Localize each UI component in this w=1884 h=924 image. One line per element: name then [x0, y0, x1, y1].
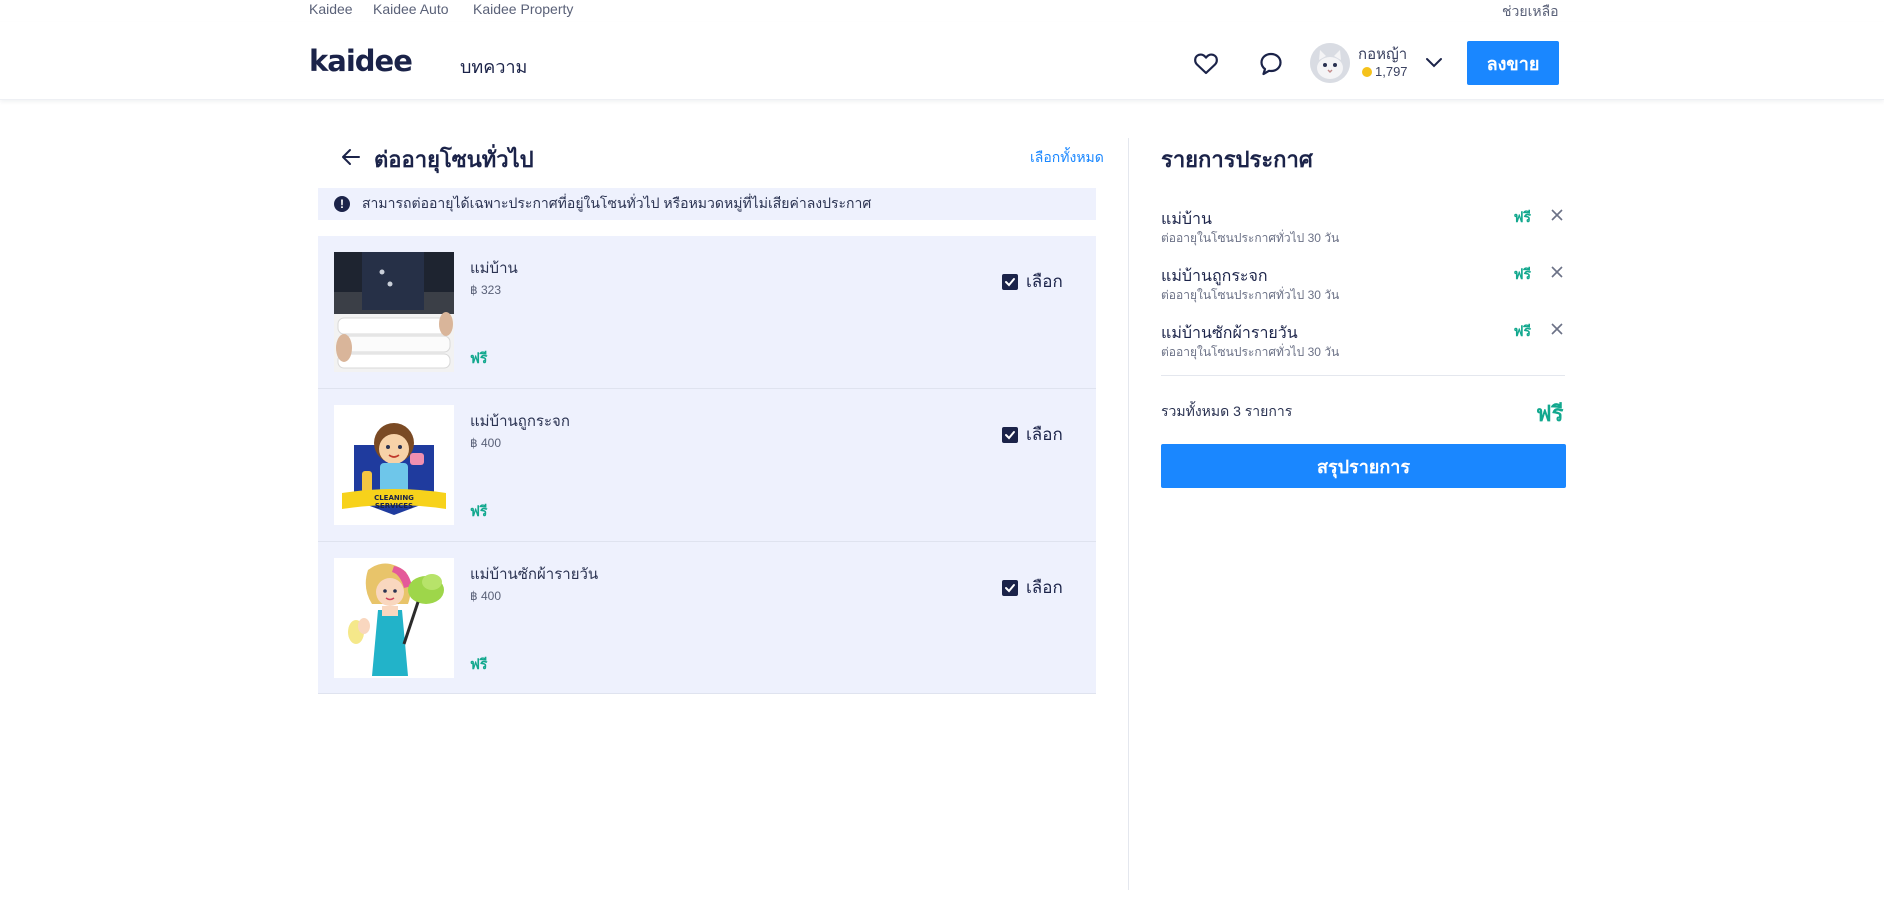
item-thumbnail[interactable]	[334, 558, 454, 678]
item-free-label: ฟรี	[470, 656, 488, 672]
summary-item-price: ฟรี	[1513, 323, 1531, 339]
info-notice: ! สามารถต่ออายุได้เฉพาะประกาศที่อยู่ในโซ…	[318, 188, 1096, 220]
item-thumbnail[interactable]	[334, 252, 454, 372]
item-free-label: ฟรี	[470, 350, 488, 366]
checkbox-label[interactable]: เลือก	[1026, 421, 1063, 448]
nav-articles[interactable]: บทความ	[460, 52, 527, 81]
summary-item: แม่บ้านถูกระจก ต่ออายุในโซนประกาศทั่วไป …	[1161, 262, 1565, 319]
renew-item-list: แม่บ้าน ฿ 323 ฟรี เลือก CLEANING SERVICE…	[318, 236, 1096, 694]
username[interactable]: กอหญ้า	[1358, 42, 1407, 66]
link-kaidee-property[interactable]: Kaidee Property	[473, 1, 573, 17]
close-icon[interactable]	[1551, 208, 1563, 226]
close-icon[interactable]	[1551, 265, 1563, 283]
svg-text:CLEANING: CLEANING	[374, 494, 414, 502]
summary-item-desc: ต่ออายุในโซนประกาศทั่วไป 30 วัน	[1161, 288, 1340, 302]
summary-item: แม่บ้าน ต่ออายุในโซนประกาศทั่วไป 30 วัน …	[1161, 205, 1565, 262]
summary-item-price: ฟรี	[1513, 209, 1531, 225]
summary-item-price: ฟรี	[1513, 266, 1531, 282]
close-icon[interactable]	[1551, 322, 1563, 340]
top-links-bar: Kaidee Kaidee Auto Kaidee Property ช่วยเ…	[0, 0, 1884, 22]
chevron-down-icon[interactable]	[1424, 52, 1444, 77]
checkbox-checked-icon[interactable]	[1002, 579, 1018, 596]
select-checkbox[interactable]: เลือก	[1002, 421, 1063, 448]
coin-balance: 1,797	[1362, 64, 1408, 79]
item-thumbnail[interactable]: CLEANING SERVICES	[334, 405, 454, 525]
link-kaidee[interactable]: Kaidee	[309, 1, 353, 17]
item-title[interactable]: แม่บ้านซักผ้ารายวัน	[470, 562, 598, 586]
select-all-link[interactable]: เลือกทั้งหมด	[1030, 147, 1104, 169]
select-checkbox[interactable]: เลือก	[1002, 268, 1063, 295]
total-label: รวมทั้งหมด 3 รายการ	[1161, 403, 1293, 419]
summary-title: รายการประกาศ	[1161, 147, 1313, 172]
panel-divider	[1128, 138, 1129, 890]
summary-item-desc: ต่ออายุในโซนประกาศทั่วไป 30 วัน	[1161, 231, 1340, 245]
item-free-label: ฟรี	[470, 503, 488, 519]
item-title[interactable]: แม่บ้านถูกระจก	[470, 409, 570, 433]
kaidee-logo[interactable]: kaidee	[309, 44, 413, 78]
summary-divider	[1161, 375, 1565, 376]
coin-icon	[1362, 66, 1372, 77]
exclamation-icon: !	[334, 196, 350, 212]
svg-text:SERVICES: SERVICES	[375, 502, 413, 510]
checkbox-label[interactable]: เลือก	[1026, 574, 1063, 601]
summary-list: แม่บ้าน ต่ออายุในโซนประกาศทั่วไป 30 วัน …	[1161, 205, 1565, 376]
favorites-heart-icon[interactable]	[1190, 48, 1222, 80]
checkbox-label[interactable]: เลือก	[1026, 268, 1063, 295]
site-header: kaidee บทความ กอหญ้า 1,797 ลงขาย	[0, 22, 1884, 100]
link-kaidee-auto[interactable]: Kaidee Auto	[373, 1, 449, 17]
post-ad-button[interactable]: ลงขาย	[1467, 41, 1559, 85]
summary-button[interactable]: สรุปรายการ	[1161, 444, 1566, 488]
back-arrow-icon[interactable]	[340, 146, 362, 173]
list-item: แม่บ้าน ฿ 323 ฟรี เลือก	[318, 236, 1096, 389]
item-price: ฿ 400	[470, 589, 501, 603]
list-item: แม่บ้านซักผ้ารายวัน ฿ 400 ฟรี เลือก	[318, 542, 1096, 694]
list-item: CLEANING SERVICES แม่บ้านถูกระจก ฿ 400 ฟ…	[318, 389, 1096, 542]
select-checkbox[interactable]: เลือก	[1002, 574, 1063, 601]
chat-bubble-icon[interactable]	[1255, 48, 1287, 80]
item-price: ฿ 323	[470, 283, 501, 297]
checkbox-checked-icon[interactable]	[1002, 273, 1018, 290]
summary-item-desc: ต่ออายุในโซนประกาศทั่วไป 30 วัน	[1161, 345, 1340, 359]
user-avatar[interactable]	[1310, 43, 1350, 83]
item-title[interactable]: แม่บ้าน	[470, 256, 518, 280]
link-help[interactable]: ช่วยเหลือ	[1502, 1, 1559, 23]
item-price: ฿ 400	[470, 436, 501, 450]
summary-item: แม่บ้านซักผ้ารายวัน ต่ออายุในโซนประกาศทั…	[1161, 319, 1565, 376]
total-value: ฟรี	[1536, 401, 1564, 426]
checkbox-checked-icon[interactable]	[1002, 426, 1018, 443]
coin-amount: 1,797	[1375, 64, 1408, 79]
page-title: ต่ออายุโซนทั่วไป	[374, 147, 534, 172]
notice-text: สามารถต่ออายุได้เฉพาะประกาศที่อยู่ในโซนท…	[362, 195, 872, 211]
